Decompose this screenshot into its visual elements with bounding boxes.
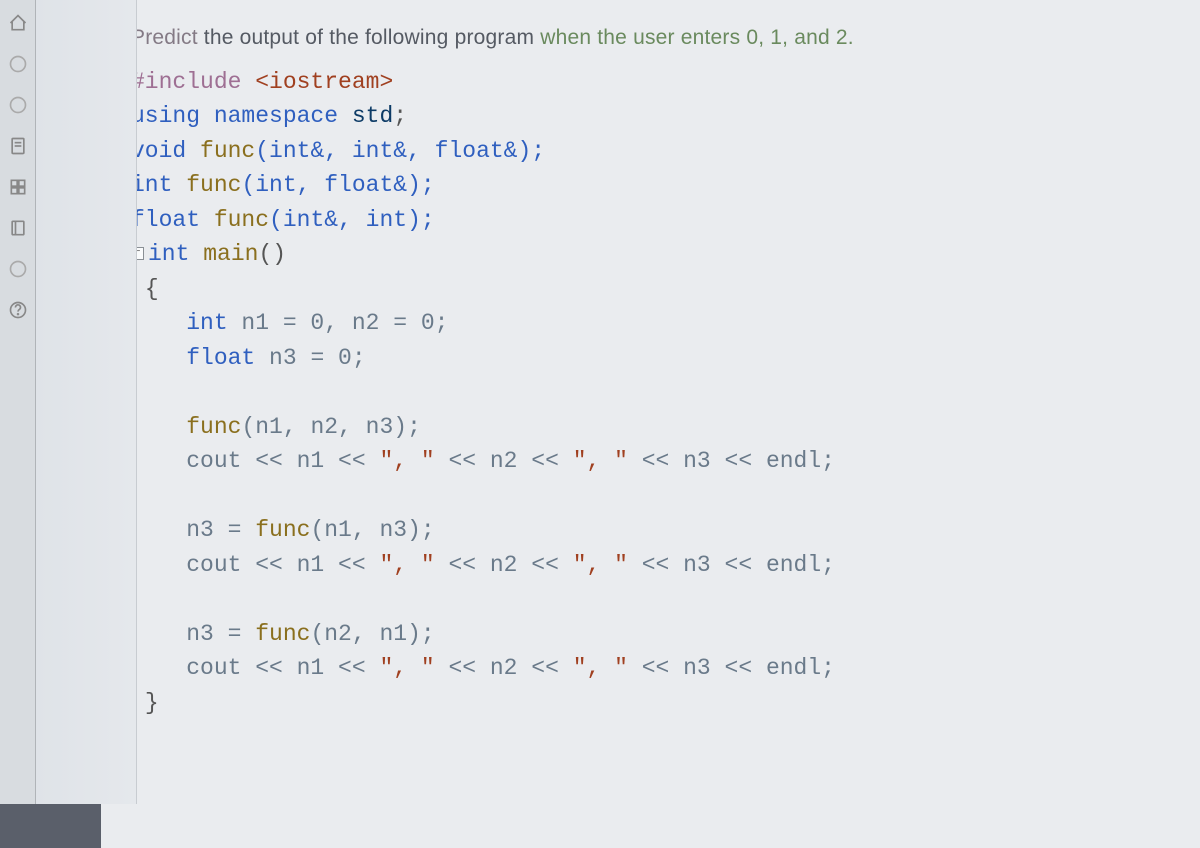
document-icon[interactable] (5, 133, 31, 159)
editor-area: Predict the output of the following prog… (36, 0, 1200, 804)
include-header: <iostream> (241, 69, 393, 95)
float-kw: float (131, 207, 214, 233)
question-text: Predict the output of the following prog… (131, 22, 1170, 55)
code-block: #include <iostream> using namespace std;… (131, 65, 1170, 721)
circle-icon-3[interactable] (5, 256, 31, 282)
book-icon[interactable] (5, 215, 31, 241)
cout-3a: cout << n1 << (131, 655, 379, 681)
func-call-1: func (186, 414, 241, 440)
question-predict: Predict (131, 26, 198, 49)
question-when: when the user enters 0, 1, and 2. (540, 26, 854, 49)
circle-icon-1[interactable] (5, 51, 31, 77)
func-call-2: func (255, 517, 310, 543)
grid-icon[interactable] (5, 174, 31, 200)
include-directive: #include (131, 69, 241, 95)
func-decl-1: func (200, 138, 255, 164)
cout-2a: cout << n1 << (131, 552, 379, 578)
close-brace: } (145, 690, 159, 716)
func-decl-2: func (186, 172, 241, 198)
var-decl-ints: n1 = 0, n2 = 0; (241, 310, 448, 336)
func-call-3: func (255, 621, 310, 647)
question-mid: the output of the following program (198, 26, 540, 49)
home-icon[interactable] (5, 10, 31, 36)
using-kw: using namespace (131, 103, 352, 129)
cout-1a: cout << n1 << (131, 448, 379, 474)
help-icon[interactable] (5, 297, 31, 323)
left-sidebar (0, 0, 36, 804)
code-content: Predict the output of the following prog… (101, 0, 1200, 848)
std-name: std (352, 103, 393, 129)
main-name: main (203, 241, 258, 267)
int-kw: int (131, 172, 186, 198)
int-main-kw: int (148, 241, 203, 267)
func-decl-3: func (214, 207, 269, 233)
void-kw: void (131, 138, 200, 164)
var-decl-float: n3 = 0; (269, 345, 366, 371)
open-brace: { (145, 276, 159, 302)
circle-icon-2[interactable] (5, 92, 31, 118)
gutter (36, 0, 137, 804)
